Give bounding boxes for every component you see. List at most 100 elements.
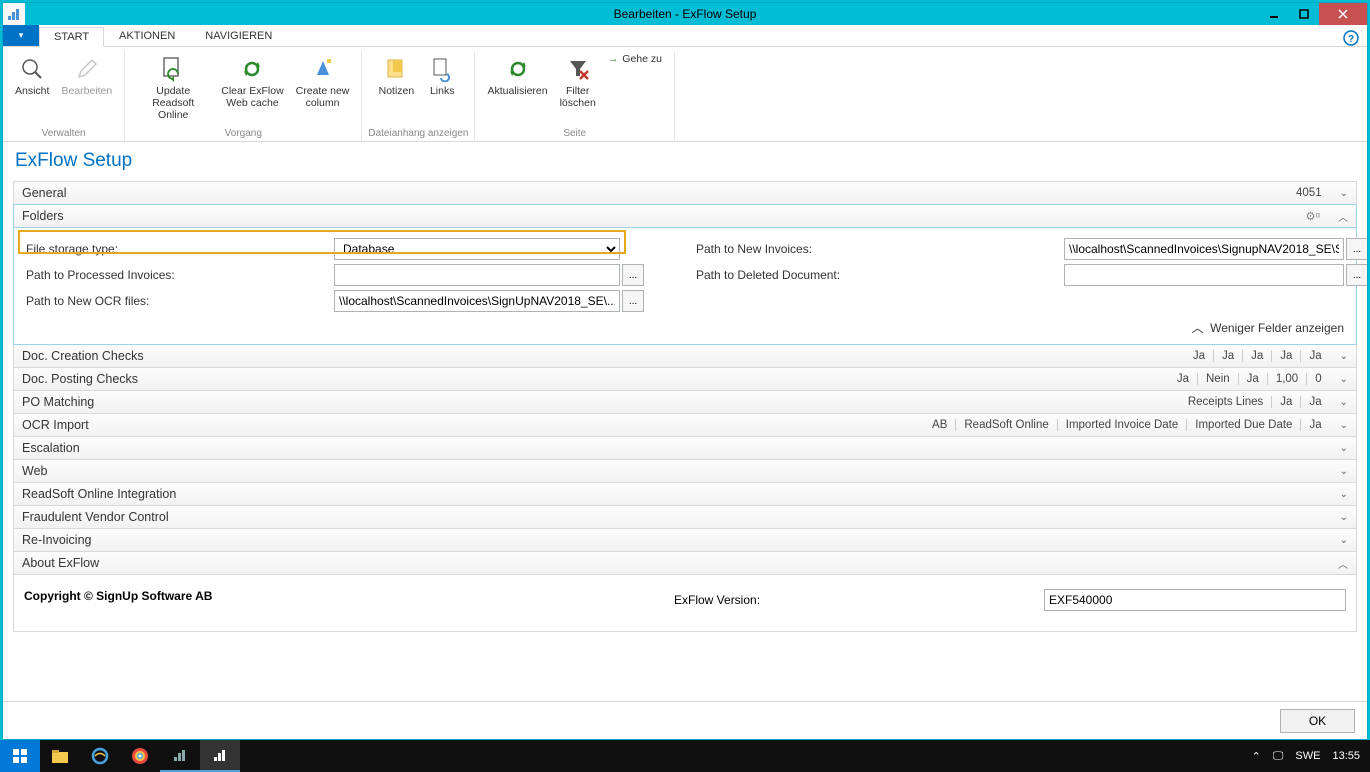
refresh-icon [236, 53, 268, 85]
ribbon-bearbeiten: Bearbeiten [55, 51, 118, 99]
path-deleted-label: Path to Deleted Document: [694, 268, 1064, 282]
fasttab-ocr-import[interactable]: OCR Import AB ReadSoft Online Imported I… [13, 413, 1357, 437]
taskbar-lang[interactable]: SWE [1295, 750, 1320, 762]
settings-gear-icon[interactable]: ⚙ᵅ [1297, 209, 1328, 223]
folders-body: File storage type: Database Path to Proc… [13, 228, 1357, 345]
title-bar: Bearbeiten - ExFlow Setup [3, 3, 1367, 25]
group-vorgang: Vorgang [225, 128, 262, 141]
path-new-invoices-label: Path to New Invoices: [694, 242, 1064, 256]
chevron-down-icon: ⌄ [1340, 489, 1348, 500]
app-icon [3, 3, 25, 25]
minimize-button[interactable] [1259, 3, 1289, 25]
ie-icon[interactable] [80, 740, 120, 772]
group-seite: Seite [563, 128, 586, 141]
ok-button[interactable]: OK [1280, 709, 1355, 733]
fasttab-escalation[interactable]: Escalation⌄ [13, 436, 1357, 460]
help-icon[interactable]: ? [1343, 30, 1359, 46]
chevron-up-icon[interactable]: ⌃ [1252, 750, 1261, 763]
ribbon-tabs: ▾ START AKTIONEN NAVIGIEREN ? [3, 25, 1367, 47]
goto-arrow-icon: → [608, 53, 619, 65]
document-refresh-icon [157, 53, 189, 85]
chevron-down-icon: ⌄ [1340, 351, 1348, 362]
fasttab-folders[interactable]: Folders ⚙ᵅ ︿ [13, 204, 1357, 228]
show-less-fields[interactable]: ︿ Weniger Felder anzeigen [1191, 319, 1344, 336]
ribbon-clear-cache[interactable]: Clear ExFlow Web cache [215, 51, 289, 111]
window-title: Bearbeiten - ExFlow Setup [614, 7, 757, 21]
tab-navigieren[interactable]: NAVIGIEREN [190, 26, 287, 46]
ribbon-links[interactable]: Links [420, 51, 464, 99]
chevron-up-icon: ︿ [1338, 209, 1348, 224]
notes-icon [380, 53, 412, 85]
fasttab-general[interactable]: General 4051 ⌄ [13, 181, 1357, 205]
content-area: ExFlow Setup General 4051 ⌄ Folders ⚙ᵅ ︿ [3, 142, 1367, 701]
ribbon-filter-loeschen[interactable]: Filter löschen [554, 51, 602, 111]
refresh-page-icon [502, 53, 534, 85]
window-frame: Bearbeiten - ExFlow Setup ▾ START AKTION… [2, 2, 1368, 740]
explorer-icon[interactable] [40, 740, 80, 772]
clear-filter-icon [562, 53, 594, 85]
chevron-down-icon: ⌄ [1340, 374, 1348, 385]
start-button[interactable] [0, 740, 40, 772]
browse-button[interactable]: ... [622, 290, 644, 312]
nav-app-icon-active[interactable] [200, 740, 240, 772]
fasttab-fraudulent[interactable]: Fraudulent Vendor Control⌄ [13, 505, 1357, 529]
chevron-down-icon: ⌄ [1340, 443, 1348, 454]
chevron-down-icon: ⌄ [1340, 466, 1348, 477]
path-processed-label: Path to Processed Invoices: [24, 268, 334, 282]
ribbon-update-readsoft[interactable]: Update Readsoft Online [131, 51, 215, 123]
chevron-down-icon: ⌄ [1340, 512, 1348, 523]
taskbar-time[interactable]: 13:55 [1332, 750, 1360, 762]
ribbon-ansicht[interactable]: Ansicht [9, 51, 55, 99]
ribbon-aktualisieren[interactable]: Aktualisieren [481, 51, 553, 99]
fasttab-doc-posting[interactable]: Doc. Posting Checks Ja Nein Ja 1,00 0 ⌄ [13, 367, 1357, 391]
svg-text:?: ? [1348, 34, 1354, 45]
taskbar: ⌃ 🖵 SWE 13:55 [0, 740, 1370, 772]
ribbon-create-column[interactable]: Create new column [290, 51, 356, 111]
path-processed-input[interactable] [334, 264, 620, 286]
browse-button[interactable]: ... [1346, 238, 1367, 260]
fasttab-reinvoicing[interactable]: Re-Invoicing⌄ [13, 528, 1357, 552]
app-menu-dropdown[interactable]: ▾ [3, 24, 39, 46]
fasttab-web[interactable]: Web⌄ [13, 459, 1357, 483]
ribbon-notizen[interactable]: Notizen [373, 51, 421, 99]
fasttab-po-matching[interactable]: PO Matching Receipts Lines Ja Ja ⌄ [13, 390, 1357, 414]
add-column-icon [307, 53, 339, 85]
chevron-down-icon: ⌄ [1340, 535, 1348, 546]
group-verwalten: Verwalten [42, 128, 86, 141]
exflow-version-label: ExFlow Version: [674, 593, 1044, 607]
copyright-text: Copyright © SignUp Software AB [24, 589, 644, 611]
fasttab-about[interactable]: About ExFlow ︿ [13, 551, 1357, 575]
page-title: ExFlow Setup [15, 150, 1357, 172]
chevron-down-icon: ⌄ [1340, 188, 1348, 199]
path-new-invoices-input[interactable] [1064, 238, 1344, 260]
tab-start[interactable]: START [39, 27, 104, 47]
path-ocr-label: Path to New OCR files: [24, 294, 334, 308]
file-storage-label: File storage type: [24, 242, 334, 256]
links-icon [426, 53, 458, 85]
chevron-down-icon: ⌄ [1340, 420, 1348, 431]
path-deleted-input[interactable] [1064, 264, 1344, 286]
maximize-button[interactable] [1289, 3, 1319, 25]
chevron-up-icon: ︿ [1191, 321, 1203, 335]
chrome-icon[interactable] [120, 740, 160, 772]
action-center-icon[interactable]: 🖵 [1273, 750, 1284, 763]
edit-icon [71, 53, 103, 85]
fasttab-doc-creation[interactable]: Doc. Creation Checks Ja Ja Ja Ja Ja ⌄ [13, 344, 1357, 368]
nav-app-icon[interactable] [160, 740, 200, 772]
window-controls [1259, 3, 1367, 25]
browse-button[interactable]: ... [1346, 264, 1367, 286]
chevron-down-icon: ⌄ [1340, 397, 1348, 408]
exflow-version-input[interactable] [1044, 589, 1346, 611]
fasttab-readsoft-integration[interactable]: ReadSoft Online Integration⌄ [13, 482, 1357, 506]
view-icon [16, 53, 48, 85]
ribbon-body: Ansicht Bearbeiten Verwalten Update Read… [3, 47, 1367, 142]
bottom-bar: OK [3, 701, 1367, 739]
chevron-up-icon: ︿ [1338, 556, 1348, 571]
browse-button[interactable]: ... [622, 264, 644, 286]
path-ocr-input[interactable] [334, 290, 620, 312]
close-button[interactable] [1319, 3, 1367, 25]
file-storage-select[interactable]: Database [334, 238, 620, 260]
group-dateianhang: Dateianhang anzeigen [368, 128, 468, 141]
tab-aktionen[interactable]: AKTIONEN [104, 26, 190, 46]
ribbon-gehe-zu[interactable]: → Gehe zu [608, 53, 662, 65]
